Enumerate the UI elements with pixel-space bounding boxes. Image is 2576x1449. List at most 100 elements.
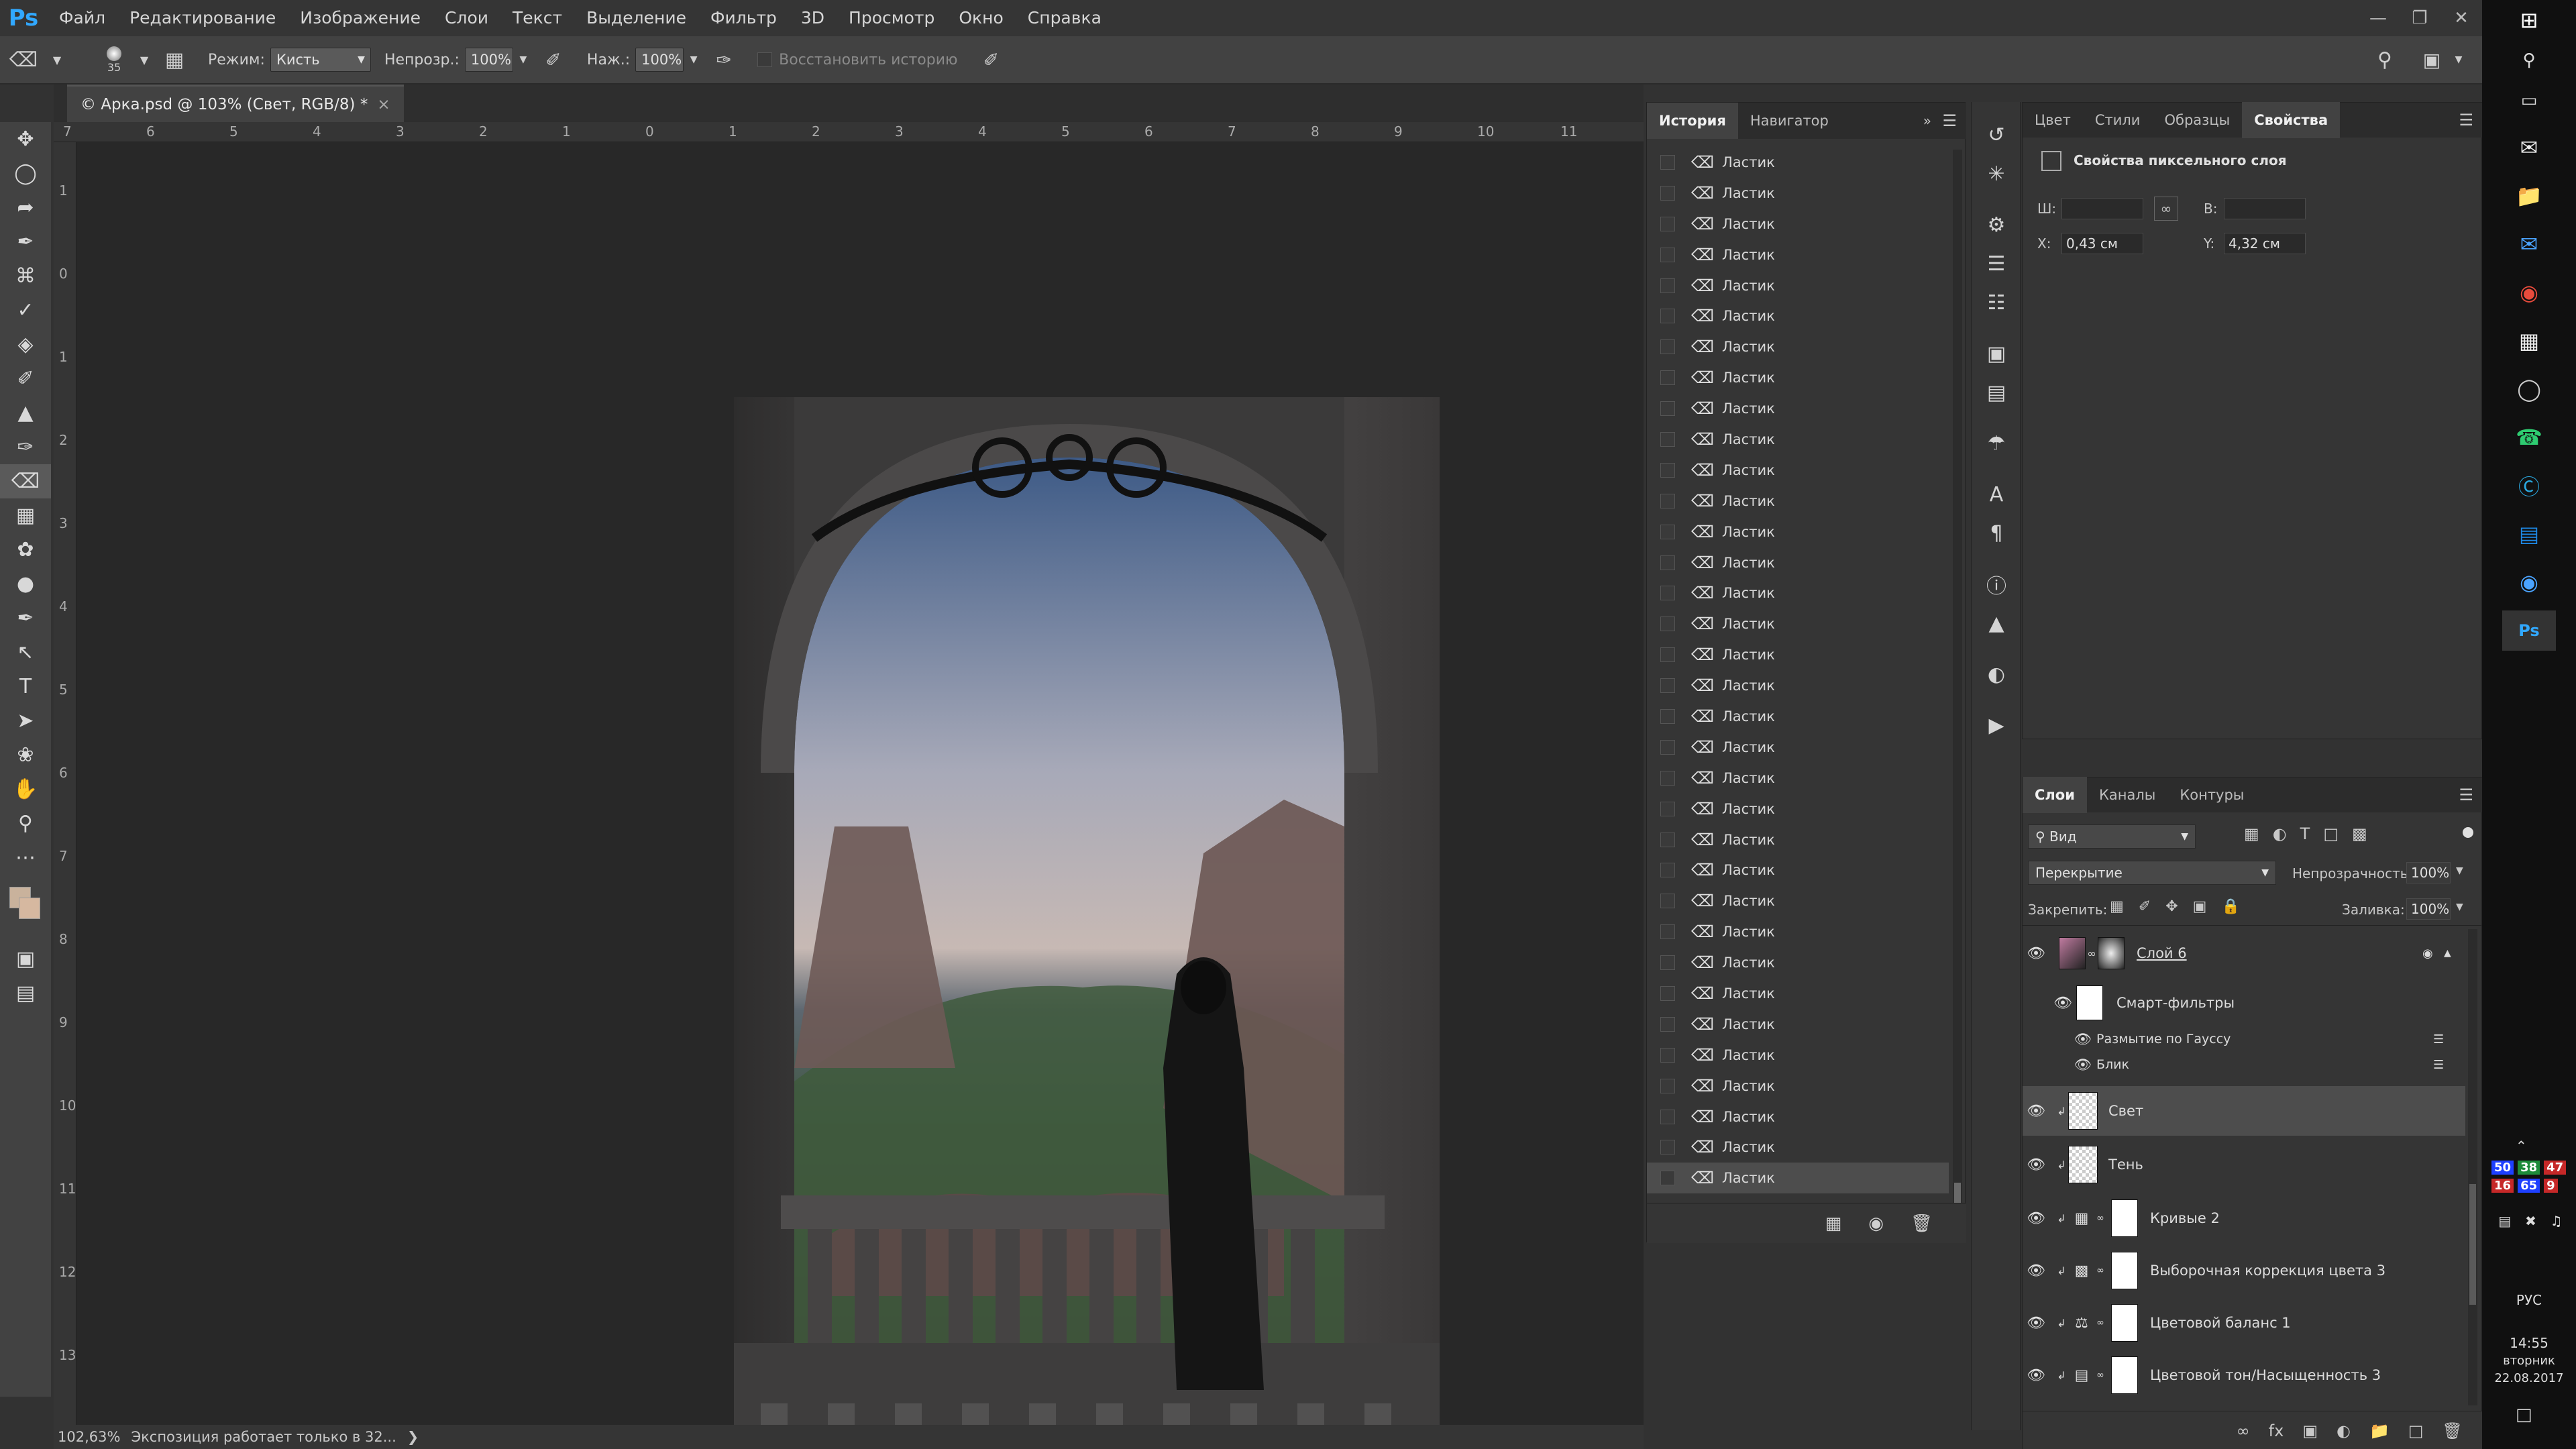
history-brush-source-checkbox[interactable] [1660,832,1675,847]
minimize-button[interactable]: — [2357,0,2399,36]
chevron-down-icon[interactable]: ▼ [2456,865,2463,876]
color-sampler-icon[interactable]: ◐ [1972,655,2021,694]
chevron-down-icon[interactable]: ▼ [2449,54,2469,65]
libraries-icon[interactable]: ☂ [1972,424,2021,463]
notes-icon[interactable]: ▤ [1972,373,2021,412]
lasso-tool-icon[interactable]: ➦ [0,191,51,225]
history-item[interactable]: ⌫ Ластик [1647,578,1949,608]
calendar-icon[interactable]: ▦ [2509,321,2549,361]
document-artwork[interactable] [734,397,1440,1449]
history-item[interactable]: ⌫ Ластик [1647,147,1949,178]
adjustment-filter-icon[interactable]: ◐ [2273,824,2287,843]
lock-transparent-icon[interactable]: ▦ [2110,898,2124,915]
history-item[interactable]: ⌫ Ластик [1647,947,1949,978]
new-adjustment-icon[interactable]: ◐ [2337,1421,2351,1440]
chevron-up-icon[interactable]: ▲ [2444,948,2451,959]
tab-paths[interactable]: Контуры [2167,777,2256,813]
history-item[interactable]: ⌫ Ластик [1647,1040,1949,1071]
eyedropper-tool-icon[interactable]: ✓ [0,293,51,327]
history-item[interactable]: ⌫ Ластик [1647,209,1949,239]
menu-window[interactable]: Окно [947,0,1015,36]
healing-brush-tool-icon[interactable]: ◈ [0,327,51,362]
task-view-icon[interactable]: ▭ [2509,80,2549,121]
history-brush-source-checkbox[interactable] [1660,1140,1675,1155]
history-brush-source-checkbox[interactable] [1660,462,1675,478]
history-item[interactable]: ⌫ Ластик [1647,270,1949,301]
history-brush-source-checkbox[interactable] [1660,863,1675,878]
info-icon[interactable]: ⓘ [1972,565,2021,604]
panel-menu-icon[interactable]: ☰ [2459,111,2473,129]
history-item[interactable]: ⌫ Ластик [1647,1163,1949,1194]
actions-icon[interactable]: ▣ [1972,334,2021,373]
history-item[interactable]: ⌫ Ластик [1647,178,1949,209]
airbrush-icon[interactable]: ✑ [704,49,744,71]
menu-3d[interactable]: 3D [789,0,837,36]
history-brush-source-checkbox[interactable] [1660,493,1675,508]
history-item[interactable]: ⌫ Ластик [1647,1071,1949,1102]
history-brush-source-checkbox[interactable] [1660,801,1675,816]
tab-layers[interactable]: Слои [2023,777,2087,813]
desktop-app-icon[interactable]: ▤ [2509,514,2549,554]
history-brush-source-checkbox[interactable] [1660,739,1675,755]
chrome-icon[interactable]: ◉ [2509,272,2549,313]
history-brush-source-checkbox[interactable] [1660,1047,1675,1063]
menu-filter[interactable]: Фильтр [698,0,789,36]
tab-navigator[interactable]: Навигатор [1738,103,1841,139]
history-item[interactable]: ⌫ Ластик [1647,517,1949,547]
brush-size-picker[interactable]: 35 [94,46,134,74]
canvas-area[interactable] [76,142,1644,1449]
layer-comps-icon[interactable]: ☷ [1972,283,2021,322]
visibility-eye-icon[interactable]: 👁 [2023,1367,2049,1384]
history-item[interactable]: ⌫ Ластик [1647,732,1949,763]
hand-tool-icon[interactable]: ✋ [0,772,51,806]
menu-help[interactable]: Справка [1016,0,1114,36]
history-brush-source-checkbox[interactable] [1660,524,1675,539]
history-brush-source-checkbox[interactable] [1660,401,1675,417]
menu-image[interactable]: Изображение [288,0,433,36]
history-brush-source-checkbox[interactable] [1660,955,1675,971]
filter-row[interactable]: 👁 Размытие по Гауссу ☰ [2023,1027,2465,1051]
adjustments-icon[interactable]: ⚙ [1972,205,2021,244]
visibility-eye-icon[interactable]: 👁 [2023,1263,2049,1279]
file-explorer-icon[interactable]: 📁 [2509,176,2549,216]
layer-row[interactable]: 👁 ∞ Слой 6 ◉ ▲ [2023,929,2465,977]
skype-icon[interactable]: Ⓒ [2509,466,2549,506]
brush-panel-icon[interactable]: ▦ [154,48,195,72]
history-item[interactable]: ⌫ Ластик [1647,424,1949,455]
text-tool-icon[interactable]: T [0,669,51,704]
chevron-down-icon[interactable]: ▼ [2456,902,2463,912]
scroll-thumb[interactable] [2469,1184,2476,1305]
chevron-down-icon[interactable]: ▼ [684,54,704,65]
menu-select[interactable]: Выделение [574,0,698,36]
tab-channels[interactable]: Каналы [2087,777,2167,813]
sliders-icon[interactable]: ☰ [1972,244,2021,283]
trash-icon[interactable]: 🗑 [1911,1214,1933,1234]
background-color[interactable] [19,898,40,919]
height-input[interactable] [2224,198,2306,219]
quick-select-tool-icon[interactable]: ✒ [0,225,51,259]
new-group-icon[interactable]: 📁 [2369,1421,2390,1440]
stamp-tool-icon[interactable]: ▲ [0,396,51,430]
custom-shape-tool-icon[interactable]: ❀ [0,738,51,772]
history-brush-source-checkbox[interactable] [1660,647,1675,663]
history-item[interactable]: ⌫ Ластик [1647,486,1949,517]
brush-tool-icon[interactable]: ✐ [0,362,51,396]
close-tab-icon[interactable]: × [377,96,390,113]
history-scrollbar[interactable] [1953,150,1962,1236]
history-brush-source-checkbox[interactable] [1660,678,1675,694]
layer-row[interactable]: 👁 ↲ ⚖ ∞ Цветовой баланс 1 [2023,1298,2465,1348]
snapshot-camera-icon[interactable]: ◉ [1868,1214,1884,1234]
layer-filter-select[interactable]: ⚲ Вид ▼ [2028,824,2196,849]
history-item[interactable]: ⌫ Ластик [1647,670,1949,701]
history-brush-source-checkbox[interactable] [1660,431,1675,447]
history-brush-source-checkbox[interactable] [1660,1171,1675,1186]
tab-swatches[interactable]: Образцы [2152,102,2242,138]
shape-filter-icon[interactable]: □ [2323,824,2339,843]
filter-row[interactable]: 👁 Блик ☰ [2023,1053,2465,1077]
history-brush-source-checkbox[interactable] [1660,370,1675,386]
workspace-icon[interactable]: ▣ [2415,49,2449,71]
visibility-eye-icon[interactable]: 👁 [2074,1057,2092,1073]
history-panel-icon[interactable]: ↺ [1972,115,2021,154]
mode-select[interactable]: Кисть ▼ [270,48,371,72]
volume-icon[interactable]: ♫ [2551,1213,2563,1229]
